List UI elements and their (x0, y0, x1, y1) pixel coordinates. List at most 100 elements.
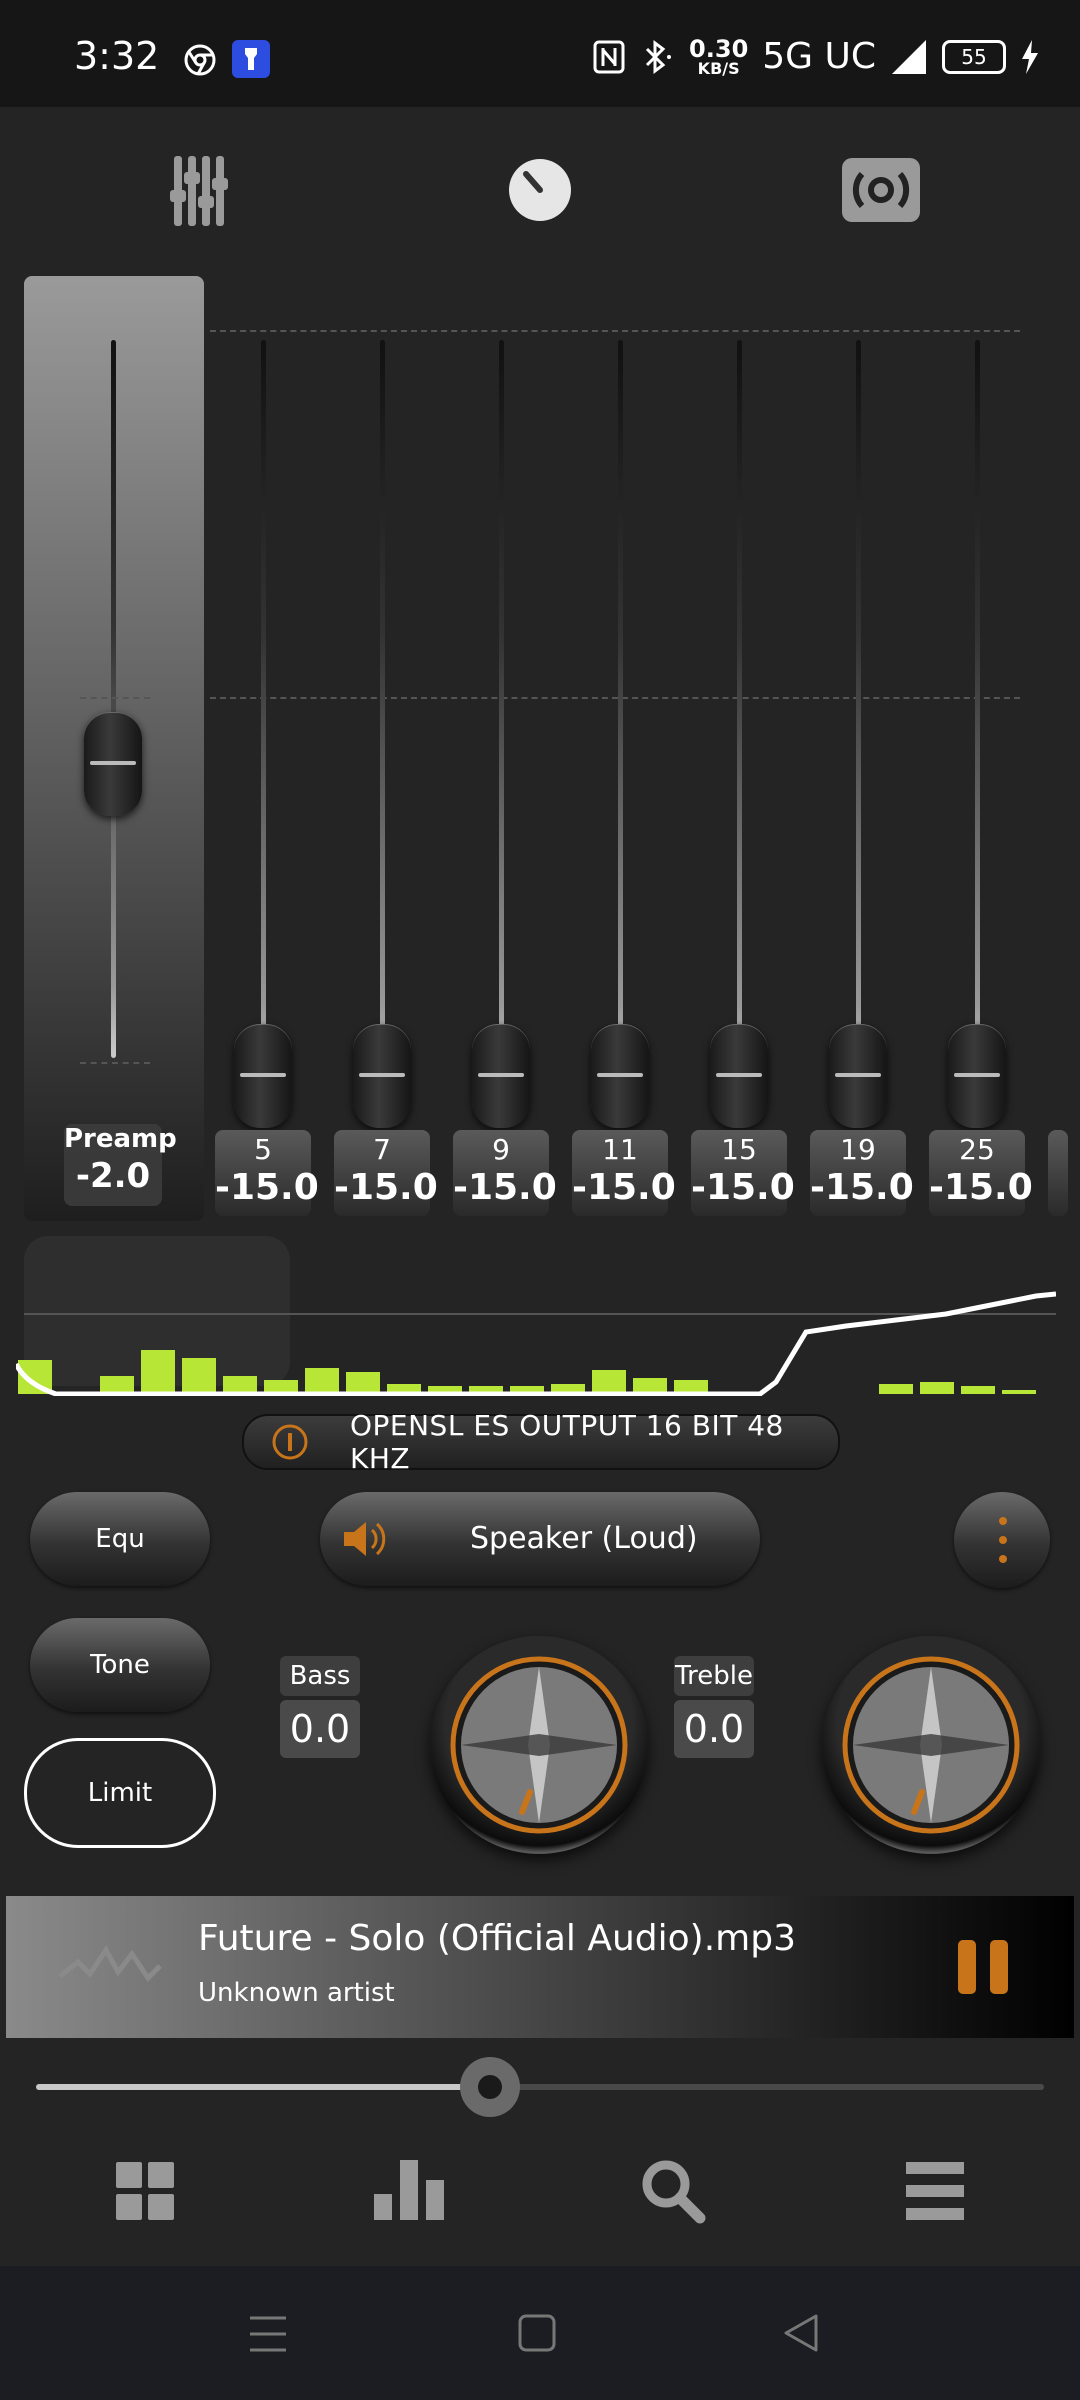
preamp-readout: Preamp -2.0 (64, 1124, 177, 1206)
band-readout: 7 -15.0 (334, 1130, 438, 1216)
band-gain-value: -15.0 (453, 1167, 557, 1208)
preamp-value: -2.0 (75, 1156, 151, 1196)
band-slider-thumb[interactable] (710, 1024, 768, 1128)
tone-knob-icon[interactable] (508, 158, 572, 222)
tone-button-label: Tone (90, 1650, 150, 1680)
preamp-label: Preamp (64, 1124, 177, 1154)
band-gain-value: -15.0 (215, 1167, 319, 1208)
spectrum-bar (141, 1350, 175, 1394)
band-slider-track[interactable] (499, 340, 504, 1080)
seek-bar[interactable] (36, 2057, 1044, 2117)
more-options-button[interactable] (954, 1492, 1050, 1588)
band-gain-value: -15.0 (334, 1167, 438, 1208)
seek-progress (36, 2084, 490, 2090)
now-playing-bar[interactable]: Future - Solo (Official Audio).mp3 Unkno… (6, 1896, 1074, 2038)
system-navigation-bar (0, 2266, 1080, 2400)
band-slider-track[interactable] (975, 340, 980, 1080)
band-slider-track[interactable] (261, 340, 266, 1080)
band-slider-track[interactable] (380, 340, 385, 1080)
treble-knob-face (842, 1656, 1020, 1834)
preamp-slider-thumb[interactable] (84, 712, 142, 816)
bluetooth-icon (645, 39, 672, 74)
band-readout: 15 -15.0 (691, 1130, 795, 1216)
bass-knob[interactable] (430, 1636, 648, 1854)
spectrum-bar (592, 1370, 626, 1394)
eq-grid-line-top (210, 330, 1020, 332)
signal-icon (892, 39, 926, 74)
spectrum-bar (920, 1382, 954, 1394)
grid-icon[interactable] (116, 2162, 174, 2220)
charging-icon (1022, 39, 1038, 74)
band-slider-track[interactable] (737, 340, 742, 1080)
tone-button[interactable]: Tone (30, 1618, 210, 1712)
speaker-volume-icon (344, 1522, 386, 1556)
surround-speaker-icon[interactable] (842, 158, 920, 222)
track-artist: Unknown artist (198, 1978, 395, 2008)
band-readout: 19 -15.0 (810, 1130, 914, 1216)
seek-thumb[interactable] (459, 2057, 520, 2117)
spectrum-bar (182, 1358, 216, 1394)
band-gain-value: -15.0 (572, 1167, 676, 1208)
band-readout: 9 -15.0 (453, 1130, 557, 1216)
back-icon[interactable] (782, 2314, 820, 2352)
bass-label: Bass (280, 1656, 360, 1696)
speaker-button[interactable]: Speaker (Loud) (320, 1492, 760, 1586)
bass-knob-face (450, 1656, 628, 1834)
net-speed-value: 0.30 (689, 34, 749, 63)
band-slider-thumb[interactable] (829, 1024, 887, 1128)
band-readout-partial (1048, 1130, 1068, 1216)
preamp-tick (80, 1062, 150, 1064)
info-icon[interactable] (272, 1424, 308, 1460)
spectrum-bar (346, 1372, 380, 1394)
band-slider-thumb[interactable] (948, 1024, 1006, 1128)
treble-label: Treble (674, 1656, 754, 1696)
equ-button-label: Equ (95, 1524, 145, 1554)
search-icon[interactable] (640, 2158, 706, 2224)
band-gain-value: -15.0 (810, 1167, 914, 1208)
home-icon[interactable] (518, 2314, 556, 2352)
equalizer-sliders-icon[interactable] (170, 156, 230, 226)
status-time: 3:32 (74, 34, 160, 78)
spectrum-bar (1002, 1390, 1036, 1394)
speaker-button-label: Speaker (Loud) (470, 1521, 698, 1556)
spectrum-bar (879, 1384, 913, 1394)
equ-button[interactable]: Equ (30, 1492, 210, 1586)
band-frequency: 19 (840, 1133, 876, 1166)
spectrum-bar (305, 1368, 339, 1394)
band-slider-thumb[interactable] (591, 1024, 649, 1128)
battery-indicator: 55 (942, 39, 1006, 74)
band-slider-thumb[interactable] (234, 1024, 292, 1128)
waveform-icon (58, 1945, 162, 1982)
output-info-bar[interactable]: OPENSL ES OUTPUT 16 BIT 48 KHZ (242, 1409, 840, 1475)
mode-selector (0, 150, 1080, 230)
network-type: 5G UC (762, 36, 876, 77)
spectrum-analyzer (16, 1236, 1056, 1396)
spectrum-bar (100, 1376, 134, 1394)
band-slider-track[interactable] (856, 340, 861, 1080)
band-slider-track[interactable] (618, 340, 623, 1080)
bar-chart-icon[interactable] (374, 2160, 444, 2220)
eq-grid-line-mid (210, 697, 1020, 699)
output-info-text: OPENSL ES OUTPUT 16 BIT 48 KHZ (350, 1409, 784, 1475)
band-frequency: 7 (373, 1133, 391, 1166)
band-readout: 25 -15.0 (929, 1130, 1033, 1216)
band-frequency: 25 (959, 1133, 995, 1166)
spectrum-bar (961, 1386, 995, 1394)
band-slider-thumb[interactable] (353, 1024, 411, 1128)
band-readout: 5 -15.0 (215, 1130, 319, 1216)
limit-button[interactable]: Limit (24, 1738, 216, 1848)
net-speed-unit: KB/S (697, 58, 740, 78)
band-slider-thumb[interactable] (472, 1024, 530, 1128)
spectrum-bar (223, 1376, 257, 1394)
preamp-slider-track[interactable] (111, 340, 116, 1058)
bass-value: 0.0 (280, 1700, 360, 1758)
pause-icon[interactable] (958, 1940, 1010, 1994)
band-gain-value: -15.0 (691, 1167, 795, 1208)
menu-icon[interactable] (906, 2162, 964, 2220)
flashlight-icon (232, 40, 270, 78)
recents-icon[interactable] (248, 2314, 288, 2354)
treble-knob[interactable] (822, 1636, 1040, 1854)
status-bar: 3:32 0.30 KB/S 5G UC 55 (0, 0, 1080, 107)
chrome-icon (184, 44, 216, 76)
band-frequency: 5 (254, 1133, 272, 1166)
